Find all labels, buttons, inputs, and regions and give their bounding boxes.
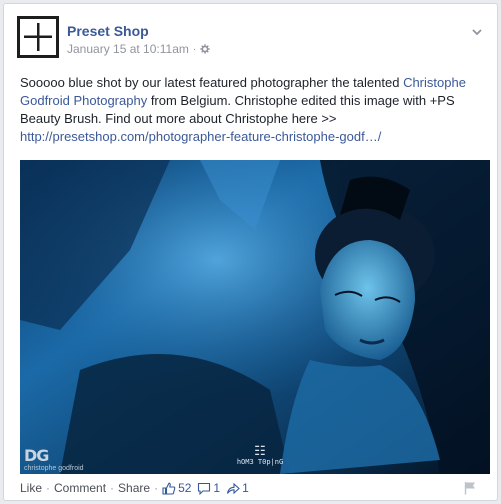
plus-logo-icon — [24, 23, 52, 51]
action-separator: · — [154, 481, 159, 495]
thumbs-up-icon — [162, 482, 176, 495]
post-timestamp[interactable]: January 15 at 10:11am — [67, 42, 189, 56]
watermark-center-text: hOM3 T0p|nG — [236, 458, 284, 466]
feature-url-link[interactable]: http://presetshop.com/photographer-featu… — [20, 129, 381, 144]
comment-button[interactable]: Comment — [54, 481, 106, 495]
post-meta: January 15 at 10:11am · — [67, 42, 210, 56]
flag-icon[interactable] — [463, 481, 477, 495]
post-text: Sooooo blue shot by our latest featured … — [20, 74, 485, 146]
comments-counter[interactable]: 1 — [197, 481, 220, 495]
chevron-down-icon[interactable] — [471, 26, 483, 38]
post-card: Preset Shop January 15 at 10:11am · Sooo… — [3, 3, 498, 501]
page-avatar[interactable] — [17, 16, 59, 58]
post-text-part-1: Sooooo blue shot by our latest featured … — [20, 75, 404, 90]
shares-count: 1 — [242, 481, 249, 495]
share-arrow-icon — [227, 482, 240, 494]
likes-count: 52 — [178, 481, 192, 495]
post-photo[interactable]: DG christophe godfroid ☷ hOM3 T0p|nG — [20, 160, 490, 474]
watermark-left-text: christophe godfroid — [24, 465, 84, 472]
like-button[interactable]: Like — [20, 481, 42, 495]
meta-separator: · — [192, 43, 197, 55]
share-button[interactable]: Share — [118, 481, 150, 495]
action-separator: · — [46, 481, 51, 495]
watermark-left: DG christophe godfroid — [24, 446, 84, 472]
action-bar: Like · Comment · Share · 52 1 1 — [20, 481, 255, 495]
gear-icon[interactable] — [200, 44, 210, 54]
comments-count: 1 — [213, 481, 221, 495]
page-name-link[interactable]: Preset Shop — [67, 23, 149, 39]
likes-counter[interactable]: 52 — [162, 481, 191, 495]
shares-counter[interactable]: 1 — [226, 481, 249, 495]
watermark-logo: DG — [24, 446, 49, 465]
robot-logo-icon: ☷ — [254, 444, 266, 459]
photo-image — [20, 160, 490, 474]
comment-icon — [198, 482, 211, 495]
watermark-center: ☷ hOM3 T0p|nG — [236, 445, 284, 466]
action-separator: · — [110, 481, 115, 495]
